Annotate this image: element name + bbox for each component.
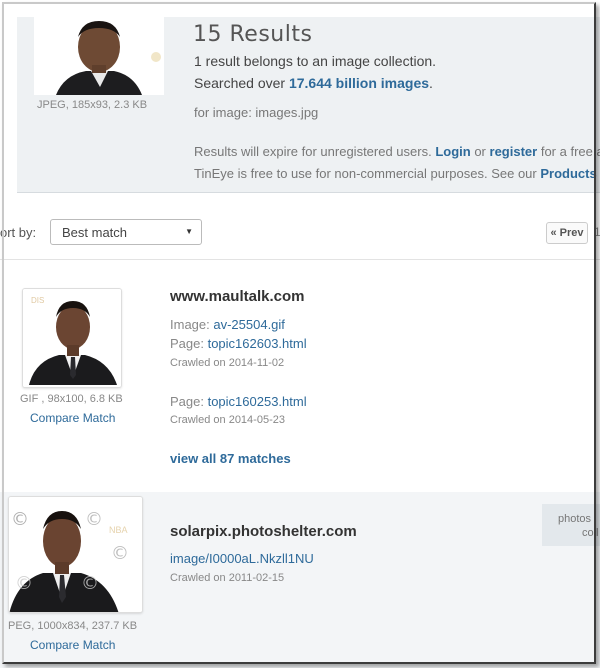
thumbnail-meta: PEG, 1000x834, 237.7 KB bbox=[8, 620, 138, 632]
crawled-date: Crawled on 2011-02-15 bbox=[170, 572, 285, 584]
result-thumbnail[interactable]: DIS bbox=[22, 288, 122, 388]
svg-text:©: © bbox=[15, 573, 33, 594]
searched-suffix: . bbox=[429, 75, 433, 91]
collection-badge-line-2: coll bbox=[582, 527, 599, 539]
page-link[interactable]: topic162603.html bbox=[208, 336, 307, 351]
svg-text:©: © bbox=[81, 573, 99, 594]
result-thumbnail-portrait: DIS bbox=[23, 289, 121, 387]
usage-notice: TinEye is free to use for non-commercial… bbox=[194, 166, 600, 181]
page-link-2[interactable]: topic160253.html bbox=[208, 394, 307, 409]
expire-notice: Results will expire for unregistered use… bbox=[194, 144, 600, 159]
results-header: JPEG, 185x93, 2.3 KB 15 Results 1 result… bbox=[17, 17, 600, 193]
query-image-portrait bbox=[34, 17, 164, 95]
chevron-down-icon: ▼ bbox=[185, 227, 193, 236]
result-domain[interactable]: solarpix.photoshelter.com bbox=[170, 523, 357, 540]
image-link[interactable]: image/I0000aL.Nkzll1NU bbox=[170, 551, 314, 566]
image-link[interactable]: av-25504.gif bbox=[213, 317, 285, 332]
collection-line: 1 result belongs to an image collection. bbox=[194, 53, 437, 69]
image-label: Image: bbox=[170, 317, 214, 332]
for-image-label: for image: images.jpg bbox=[194, 105, 319, 120]
svg-text:©: © bbox=[11, 509, 29, 530]
crawled-date: Crawled on 2014-11-02 bbox=[170, 357, 285, 369]
compare-match-link[interactable]: Compare Match bbox=[30, 411, 115, 425]
collection-badge: photos coll bbox=[542, 504, 600, 546]
crawled-date-2: Crawled on 2014-05-23 bbox=[170, 414, 285, 426]
page-label-2: Page: bbox=[170, 394, 208, 409]
searched-count-link[interactable]: 17.644 billion images bbox=[289, 75, 429, 91]
searched-prefix: Searched over bbox=[194, 75, 289, 91]
result-item: © © © © © NBA PEG, 1000x834, 237.7 KB Co… bbox=[0, 492, 600, 668]
products-link[interactable]: Products an bbox=[540, 166, 600, 181]
page-number[interactable]: 1 bbox=[594, 225, 600, 239]
page-info-2: Page: topic160253.html bbox=[170, 394, 307, 409]
login-link[interactable]: Login bbox=[435, 144, 470, 159]
page-label: Page: bbox=[170, 336, 208, 351]
compare-match-link[interactable]: Compare Match bbox=[30, 638, 115, 652]
result-thumbnail-portrait: © © © © © NBA bbox=[9, 497, 142, 612]
thumbnail-meta: GIF , 98x100, 6.8 KB bbox=[20, 393, 123, 405]
usage-notice-text: TinEye is free to use for non-commercial… bbox=[194, 166, 541, 181]
image-info: Image: av-25504.gif bbox=[170, 317, 285, 332]
query-image-meta: JPEG, 185x93, 2.3 KB bbox=[37, 99, 148, 111]
expire-notice-text: Results will expire for unregistered use… bbox=[194, 144, 436, 159]
expire-notice-suffix: for a free acc bbox=[540, 144, 600, 159]
collection-badge-line-1: photos bbox=[558, 513, 592, 525]
sort-bar: ort by: Best match ▼ « Prev 1 bbox=[0, 212, 600, 252]
svg-text:NBA: NBA bbox=[109, 525, 128, 535]
result-thumbnail[interactable]: © © © © © NBA bbox=[8, 496, 143, 613]
view-all-matches-link[interactable]: view all 87 matches bbox=[170, 451, 291, 466]
sort-label: ort by: bbox=[0, 225, 37, 240]
svg-text:©: © bbox=[85, 509, 103, 530]
page-info: Page: topic162603.html bbox=[170, 336, 307, 351]
result-domain[interactable]: www.maultalk.com bbox=[170, 288, 304, 305]
searched-line: Searched over 17.644 billion images. bbox=[194, 75, 433, 91]
sort-select[interactable]: Best match ▼ bbox=[50, 219, 202, 245]
or-text: or bbox=[470, 144, 490, 159]
results-count-title: 15 Results bbox=[193, 22, 313, 47]
result-item: DIS GIF , 98x100, 6.8 KB Compare Match w… bbox=[0, 260, 600, 492]
page-frame: JPEG, 185x93, 2.3 KB 15 Results 1 result… bbox=[0, 0, 600, 668]
svg-text:©: © bbox=[111, 543, 129, 564]
svg-text:DIS: DIS bbox=[31, 296, 44, 305]
query-image bbox=[34, 17, 164, 95]
sort-selected-value: Best match bbox=[62, 225, 128, 240]
image-info: image/I0000aL.Nkzll1NU bbox=[170, 551, 314, 566]
register-link[interactable]: register bbox=[490, 144, 538, 159]
prev-page-button[interactable]: « Prev bbox=[546, 222, 588, 244]
